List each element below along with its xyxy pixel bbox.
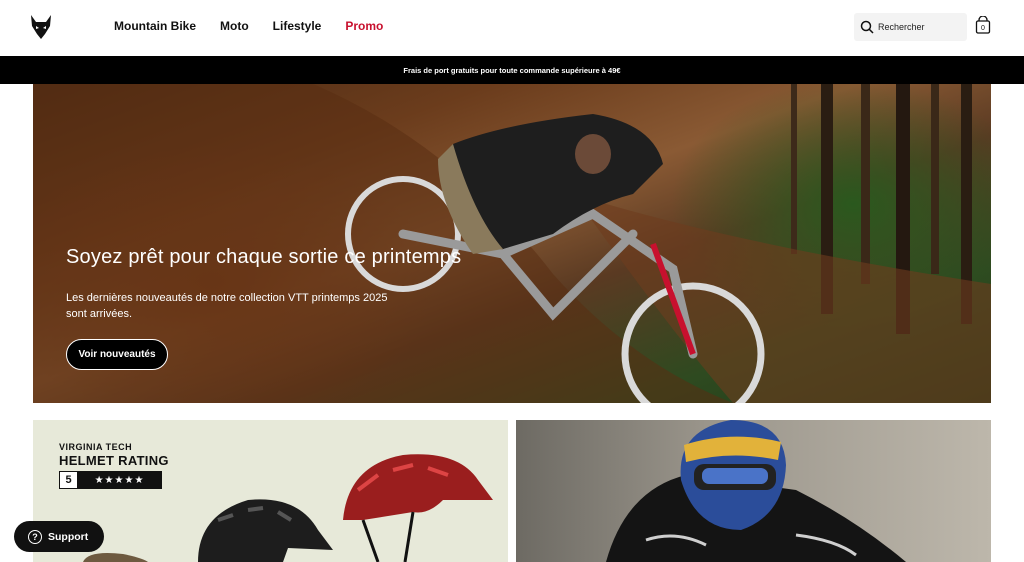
cart-count: 0 (981, 25, 985, 32)
search-icon (860, 20, 874, 34)
help-icon: ? (28, 529, 42, 544)
hero-image: Soyez prêt pour chaque sortie ce printem… (33, 84, 991, 403)
view-new-arrivals-button[interactable]: Voir nouveautés (66, 339, 168, 370)
moto-tile[interactable] (516, 420, 991, 562)
search-input[interactable] (878, 22, 958, 32)
hero-title: Soyez prêt pour chaque sortie ce printem… (66, 246, 462, 268)
nav-moto[interactable]: Moto (220, 19, 249, 33)
support-button[interactable]: ? Support (14, 521, 104, 552)
main-nav: Mountain Bike Moto Lifestyle Promo (114, 19, 383, 33)
shipping-banner: Frais de port gratuits pour toute comman… (0, 56, 1024, 84)
support-label: Support (48, 530, 89, 543)
hero-description: Les dernières nouveautés de notre collec… (66, 292, 388, 320)
site-header: Mountain Bike Moto Lifestyle Promo 0 (0, 0, 1024, 56)
rider-illustration (33, 84, 991, 403)
search-box[interactable] (854, 13, 967, 41)
fox-logo-icon[interactable] (30, 14, 52, 40)
cart-icon[interactable]: 0 (975, 16, 991, 34)
nav-mountain-bike[interactable]: Mountain Bike (114, 19, 196, 33)
shipping-banner-text: Frais de port gratuits pour toute comman… (403, 65, 621, 75)
helmet-tile[interactable]: VIRGINIA TECH HELMET RATING 5 ★★★★★ (33, 420, 508, 562)
nav-promo[interactable]: Promo (345, 19, 383, 33)
nav-lifestyle[interactable]: Lifestyle (273, 19, 322, 33)
helmets-illustration (83, 454, 493, 562)
moto-rider-illustration (606, 420, 906, 562)
